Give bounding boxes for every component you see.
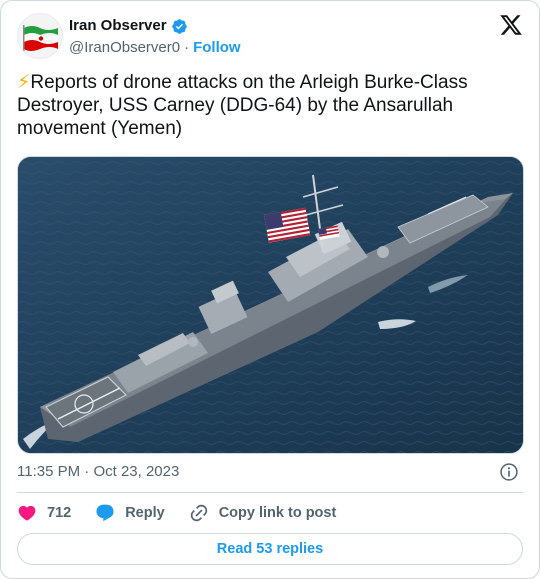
reply-label: Reply [125, 505, 165, 521]
divider [17, 492, 523, 493]
tweet-header: Iran Observer @IranObserver0 · Follow [17, 13, 523, 61]
handle-separator: · [184, 39, 190, 56]
info-icon[interactable] [499, 462, 519, 482]
tweet-actions: 712 Reply Copy link to post [17, 502, 360, 524]
author-handle[interactable]: @IranObserver0 [69, 38, 180, 58]
time-separator: · [84, 463, 90, 480]
read-replies-label: Read 53 replies [216, 541, 324, 557]
reply-button[interactable]: Reply [95, 503, 165, 523]
author-identity: Iran Observer @IranObserver0 · Follow [69, 16, 241, 58]
tweet-timestamp[interactable]: 11:35 PM · Oct 23, 2023 [17, 462, 523, 482]
author-display-name[interactable]: Iran Observer [69, 16, 167, 36]
tweet-time: 11:35 PM [17, 463, 81, 480]
copy-link-label: Copy link to post [218, 505, 337, 521]
tweet-body: Reports of drone attacks on the Arleigh … [17, 72, 468, 139]
follow-button[interactable]: Follow [193, 38, 241, 58]
like-count: 712 [47, 505, 72, 521]
tweet-embed-card: Iran Observer @IranObserver0 · Follow ⚡R… [0, 0, 540, 579]
copy-link-button[interactable]: Copy link to post [189, 503, 337, 523]
verified-badge-icon [171, 18, 187, 34]
tweet-date: Oct 23, 2023 [93, 463, 180, 480]
link-icon [190, 504, 207, 522]
iran-flag-avatar-icon [18, 14, 62, 58]
x-logo-icon[interactable] [499, 13, 523, 37]
heart-icon [18, 505, 36, 521]
lightning-emoji: ⚡ [17, 72, 31, 93]
tweet-text: ⚡Reports of drone attacks on the Arleigh… [17, 71, 523, 140]
read-replies-button[interactable]: Read 53 replies [17, 533, 523, 565]
like-button[interactable]: 712 [17, 503, 71, 523]
destroyer-photo [18, 157, 523, 453]
avatar[interactable] [17, 13, 63, 59]
reply-bubble-icon [96, 504, 114, 522]
tweet-photo[interactable] [17, 156, 524, 454]
